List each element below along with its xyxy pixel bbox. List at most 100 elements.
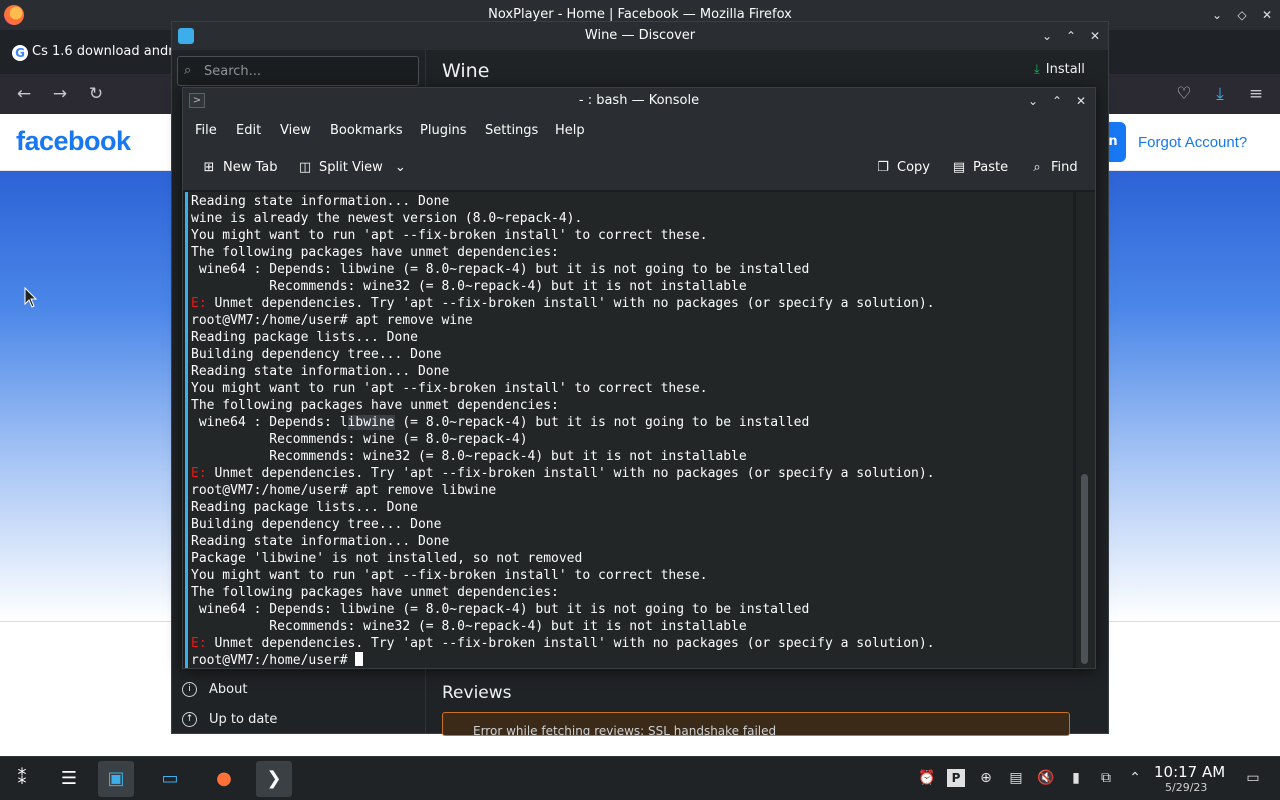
reload-icon[interactable]: ↻ — [84, 83, 108, 105]
minimize-icon[interactable]: ⌄ — [1208, 6, 1226, 24]
paste-button[interactable]: ▤ Paste — [951, 160, 1008, 175]
split-view-icon: ◫ — [298, 160, 312, 175]
about-item[interactable]: i About — [182, 682, 247, 697]
network-icon[interactable]: ⧉ — [1097, 769, 1115, 787]
terminal-line: Recommends: wine32 (= 8.0~repack-4) but … — [191, 449, 747, 464]
usb-device-icon[interactable]: ▮ — [1067, 769, 1085, 787]
error-prefix: E: — [191, 466, 207, 481]
menu-settings[interactable]: Settings — [485, 123, 538, 138]
back-icon[interactable]: ← — [12, 83, 36, 105]
discover-icon[interactable]: ▣ — [98, 761, 134, 797]
terminal-area[interactable]: Reading state information... Done wine is… — [185, 192, 1073, 668]
minimize-icon[interactable]: ⌄ — [1038, 27, 1056, 45]
menu-view[interactable]: View — [280, 123, 311, 138]
facebook-logo[interactable]: facebook — [16, 126, 131, 157]
maximize-icon[interactable]: ⌃ — [1062, 27, 1080, 45]
split-view-button[interactable]: ◫ Split View ⌄ — [297, 160, 406, 175]
update-icon: ↑ — [182, 712, 197, 727]
downloads-icon[interactable]: ⤓ — [1208, 83, 1232, 105]
firefox-icon[interactable]: ● — [206, 761, 242, 797]
tab-label: Cs 1.6 download andro — [32, 44, 182, 59]
copy-button[interactable]: ❐ Copy — [875, 160, 930, 175]
copy-icon: ❐ — [877, 160, 889, 175]
notifications-icon[interactable]: ⏰ — [918, 769, 936, 787]
terminal-output: Reading state information... Done wine is… — [191, 193, 935, 668]
terminal-line: The following packages have unmet depend… — [191, 398, 559, 413]
updates-icon[interactable]: ⊕ — [977, 769, 995, 787]
up-to-date-item[interactable]: ↑ Up to date — [182, 712, 277, 727]
find-label: Find — [1051, 160, 1078, 175]
terminal-line: Reading state information... Done — [191, 534, 450, 549]
terminal-line: You might want to run 'apt --fix-broken … — [191, 228, 708, 243]
menu-file[interactable]: File — [195, 123, 217, 138]
terminal-line: Recommends: wine (= 8.0~repack-4) — [191, 432, 528, 447]
new-tab-icon: ⊞ — [203, 160, 215, 175]
terminal-line: root@VM7:/home/user# apt remove libwine — [191, 483, 497, 498]
minimize-icon[interactable]: ⌄ — [1024, 92, 1042, 110]
maximize-icon[interactable]: ⌃ — [1048, 92, 1066, 110]
terminal-line: E: Unmet dependencies. Try 'apt --fix-br… — [191, 636, 935, 651]
search-placeholder: Search... — [204, 64, 262, 79]
terminal-line: Reading state information... Done — [191, 194, 450, 209]
forgot-account-link[interactable]: Forgot Account? — [1138, 134, 1247, 151]
menu-edit[interactable]: Edit — [236, 123, 261, 138]
firefox-tab[interactable]: G Cs 1.6 download andro — [6, 36, 181, 70]
new-tab-label: New Tab — [223, 160, 278, 175]
menubar: File Edit View Bookmarks Plugins Setting… — [183, 115, 1095, 147]
terminal-line: wine is already the newest version (8.0~… — [191, 211, 583, 226]
discover-window-title: Wine — Discover — [584, 28, 696, 43]
search-icon: ⌕ — [184, 63, 192, 78]
close-icon[interactable]: ✕ — [1086, 27, 1104, 45]
terminal-line: Building dependency tree... Done — [191, 517, 442, 532]
download-icon: ⤓ — [1034, 62, 1040, 77]
close-icon[interactable]: ✕ — [1258, 6, 1276, 24]
terminal-line: The following packages have unmet depend… — [191, 585, 559, 600]
pocket-icon[interactable]: ♡ — [1172, 83, 1196, 105]
reviews-heading: Reviews — [442, 683, 512, 703]
split-view-label: Split View — [319, 160, 383, 175]
storage-icon[interactable]: ▤ — [1007, 769, 1025, 787]
menu-plugins[interactable]: Plugins — [420, 123, 467, 138]
tray-expand-icon[interactable]: ⌃ — [1126, 769, 1144, 787]
text-cursor — [355, 652, 364, 666]
search-input[interactable]: ⌕ Search... — [177, 56, 419, 86]
konsole-window: > - : bash — Konsole ⌄ ⌃ ✕ File Edit Vie… — [182, 87, 1096, 669]
new-tab-button[interactable]: ⊞ New Tab — [201, 160, 278, 175]
terminal-line: root@VM7:/home/user# — [191, 652, 935, 668]
error-prefix: E: — [191, 636, 207, 651]
firefox-window-title: NoxPlayer - Home | Facebook — Mozilla Fi… — [488, 7, 792, 22]
close-icon[interactable]: ✕ — [1072, 92, 1090, 110]
up-to-date-label: Up to date — [209, 712, 278, 727]
menu-help[interactable]: Help — [555, 123, 585, 138]
install-button[interactable]: ⤓ Install — [1034, 62, 1085, 77]
clock-time[interactable]: 10:17 AM — [1154, 763, 1225, 781]
search-icon: ⌕ — [1033, 160, 1041, 175]
clipboard-p-icon[interactable]: P — [947, 769, 965, 787]
konsole-window-title: - : bash — Konsole — [578, 93, 700, 108]
find-button[interactable]: ⌕ Find — [1029, 160, 1078, 175]
terminal-line: Recommends: wine32 (= 8.0~repack-4) but … — [191, 279, 747, 294]
menu-icon[interactable]: ≡ — [1244, 83, 1268, 105]
paste-label: Paste — [973, 160, 1009, 175]
system-settings-icon[interactable]: ☰ — [51, 761, 87, 797]
about-label: About — [209, 682, 248, 697]
keep-above-icon[interactable]: ◇ — [1233, 6, 1251, 24]
file-manager-icon[interactable]: ▭ — [152, 761, 188, 797]
konsole-titlebar: > - : bash — Konsole ⌄ ⌃ ✕ — [183, 88, 1095, 115]
mouse-pointer-icon — [24, 287, 38, 308]
volume-muted-icon[interactable]: 🔇 — [1037, 769, 1055, 787]
forward-icon[interactable]: → — [48, 83, 72, 105]
scrollbar-thumb[interactable] — [1081, 474, 1088, 664]
clock-date[interactable]: 5/29/23 — [1165, 781, 1207, 794]
chevron-down-icon: ⌄ — [394, 160, 406, 175]
terminal-line: E: Unmet dependencies. Try 'apt --fix-br… — [191, 466, 935, 481]
selected-text: ibwine — [347, 415, 395, 430]
menu-bookmarks[interactable]: Bookmarks — [330, 123, 403, 138]
terminal-line: wine64 : Depends: libwine (= 8.0~repack-… — [191, 262, 810, 277]
show-desktop-icon[interactable]: ▭ — [1244, 769, 1262, 787]
application-launcher-icon[interactable]: ⁑ — [4, 761, 40, 797]
konsole-icon[interactable]: ❯ — [256, 761, 292, 797]
scrollbar[interactable] — [1076, 192, 1095, 668]
error-prefix: E: — [191, 296, 207, 311]
terminal-line: The following packages have unmet depend… — [191, 245, 559, 260]
